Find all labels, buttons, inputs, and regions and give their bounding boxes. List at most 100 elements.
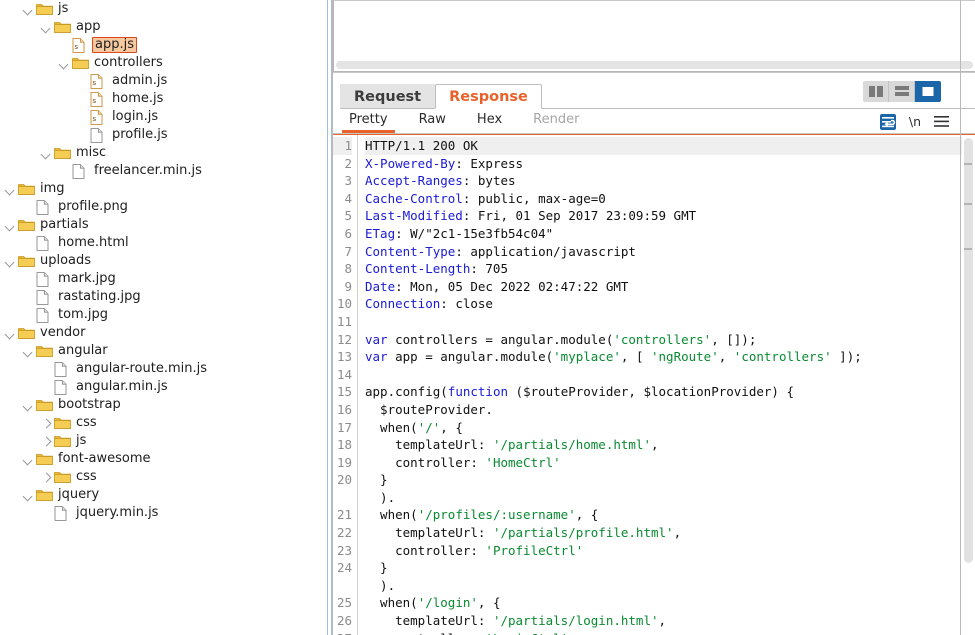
- file-icon: [36, 235, 53, 251]
- hamburger-menu-icon[interactable]: [934, 115, 949, 128]
- chevron-right-icon[interactable]: [40, 417, 53, 430]
- folder-icon: [18, 218, 35, 233]
- tab-pretty[interactable]: Pretty: [342, 109, 395, 133]
- tree-node-angular[interactable]: angular: [0, 342, 327, 360]
- tree-node-admin-js[interactable]: s admin.js: [0, 72, 327, 90]
- code-line[interactable]: when('/login', {: [365, 594, 962, 612]
- chevron-down-icon[interactable]: [22, 3, 35, 16]
- code-line[interactable]: templateUrl: '/partials/login.html',: [365, 612, 962, 630]
- tree-node-home-html[interactable]: home.html: [0, 234, 327, 252]
- tree-node-css[interactable]: css: [0, 468, 327, 486]
- response-code[interactable]: HTTP/1.1 200 OK X-Powered-By: Express Acce…: [358, 135, 962, 635]
- tree-node-home-js[interactable]: s home.js: [0, 90, 327, 108]
- code-token: var: [365, 349, 388, 365]
- upper-horizontal-scrollbar[interactable]: [336, 61, 973, 69]
- chevron-down-icon[interactable]: [22, 489, 35, 502]
- tree-node-controllers[interactable]: controllers: [0, 54, 327, 72]
- word-wrap-icon[interactable]: [879, 113, 896, 130]
- code-line[interactable]: Content-Length: 705: [365, 260, 962, 278]
- tree-node-partials[interactable]: partials: [0, 216, 327, 234]
- tree-node-misc[interactable]: misc: [0, 144, 327, 162]
- burp-http-message-view: js app s app.js controllers s admin.js s home.js…: [0, 0, 975, 635]
- code-line[interactable]: controller: 'ProfileCtrl': [365, 542, 962, 560]
- code-line[interactable]: HTTP/1.1 200 OK: [365, 137, 962, 155]
- chevron-down-icon[interactable]: [58, 57, 71, 70]
- tree-node-angular-min-js[interactable]: angular.min.js: [0, 378, 327, 396]
- tab-raw[interactable]: Raw: [412, 109, 453, 133]
- tab-render[interactable]: Render: [526, 109, 586, 133]
- code-line[interactable]: Connection: close: [365, 295, 962, 313]
- chevron-down-icon[interactable]: [22, 345, 35, 358]
- code-token: '/partials/profile.html': [492, 525, 674, 541]
- code-line[interactable]: when('/profiles/:username', {: [365, 506, 962, 524]
- tree-node-js[interactable]: js: [0, 0, 327, 18]
- code-line[interactable]: [365, 313, 962, 331]
- tree-node-img[interactable]: img: [0, 180, 327, 198]
- tree-node-freelancer-min-js[interactable]: freelancer.min.js: [0, 162, 327, 180]
- code-line[interactable]: ).: [365, 489, 962, 507]
- code-line[interactable]: Last-Modified: Fri, 01 Sep 2017 23:09:59…: [365, 207, 962, 225]
- code-line[interactable]: when('/', {: [365, 419, 962, 437]
- code-line[interactable]: Accept-Ranges: bytes: [365, 172, 962, 190]
- chevron-down-icon[interactable]: [40, 147, 53, 160]
- code-line[interactable]: ).: [365, 577, 962, 595]
- panel-divider[interactable]: [327, 0, 332, 635]
- tree-node-jquery-min-js[interactable]: jquery.min.js: [0, 504, 327, 522]
- chevron-right-icon[interactable]: [40, 435, 53, 448]
- show-newlines-icon[interactable]: \n: [909, 114, 921, 129]
- chevron-down-icon[interactable]: [40, 21, 53, 34]
- chevron-down-icon[interactable]: [22, 399, 35, 412]
- tree-node-vendor[interactable]: vendor: [0, 324, 327, 342]
- tree-node-label: mark.jpg: [58, 271, 116, 286]
- tree-node-angular-route-min-js[interactable]: angular-route.min.js: [0, 360, 327, 378]
- code-line[interactable]: $routeProvider.: [365, 401, 962, 419]
- tree-node-rastating-jpg[interactable]: rastating.jpg: [0, 288, 327, 306]
- code-line[interactable]: controller: 'HomeCtrl': [365, 454, 962, 472]
- tab-response[interactable]: Response: [435, 84, 542, 109]
- code-line[interactable]: Cache-Control: public, max-age=0: [365, 190, 962, 208]
- tree-node-mark-jpg[interactable]: mark.jpg: [0, 270, 327, 288]
- tree-node-js[interactable]: js: [0, 432, 327, 450]
- code-line[interactable]: X-Powered-By: Express: [365, 155, 962, 173]
- code-line[interactable]: var app = angular.module('myplace', [ 'n…: [365, 348, 962, 366]
- tree-node-profile-js[interactable]: profile.js: [0, 126, 327, 144]
- code-line[interactable]: [365, 366, 962, 384]
- chevron-right-icon[interactable]: [40, 471, 53, 484]
- code-line[interactable]: app.config(function ($routeProvider, $lo…: [365, 383, 962, 401]
- tree-node-css[interactable]: css: [0, 414, 327, 432]
- code-line[interactable]: }: [365, 559, 962, 577]
- code-line[interactable]: controller: 'LoginCtrl': [365, 630, 962, 635]
- chevron-down-icon[interactable]: [4, 183, 17, 196]
- tree-node-app[interactable]: app: [0, 18, 327, 36]
- scrollbar-thumb[interactable]: [336, 61, 973, 69]
- tab-hex[interactable]: Hex: [470, 109, 509, 133]
- upper-blank-editor[interactable]: [333, 0, 975, 72]
- tree-node-tom-jpg[interactable]: tom.jpg: [0, 306, 327, 324]
- chevron-down-icon[interactable]: [4, 255, 17, 268]
- tree-node-bootstrap[interactable]: bootstrap: [0, 396, 327, 414]
- file-icon: [90, 127, 107, 143]
- code-line[interactable]: ETag: W/"2c1-15e3fb54c04": [365, 225, 962, 243]
- response-scroll-area[interactable]: 1 2 3 4 5 6 7 8 9 10 11 12 13 14 15 16 17 18 19 20 21 22 23 24…: [332, 135, 962, 635]
- split-horizontal-icon[interactable]: [889, 81, 915, 102]
- code-line[interactable]: var controllers = angular.module('contro…: [365, 331, 962, 349]
- code-line[interactable]: Content-Type: application/javascript: [365, 243, 962, 261]
- tree-node-uploads[interactable]: uploads: [0, 252, 327, 270]
- chevron-down-icon[interactable]: [22, 453, 35, 466]
- chevron-down-icon[interactable]: [4, 219, 17, 232]
- code-line[interactable]: Date: Mon, 05 Dec 2022 02:47:22 GMT: [365, 278, 962, 296]
- tree-node-label: css: [76, 469, 97, 484]
- split-vertical-icon[interactable]: [863, 81, 889, 102]
- tree-node-jquery[interactable]: jquery: [0, 486, 327, 504]
- tab-request[interactable]: Request: [340, 84, 436, 109]
- site-map-file-tree[interactable]: js app s app.js controllers s admin.js s home.js…: [0, 0, 327, 635]
- chevron-down-icon[interactable]: [4, 327, 17, 340]
- tree-node-font-awesome[interactable]: font-awesome: [0, 450, 327, 468]
- code-line[interactable]: templateUrl: '/partials/profile.html',: [365, 524, 962, 542]
- tree-node-profile-png[interactable]: profile.png: [0, 198, 327, 216]
- tree-node-login-js[interactable]: s login.js: [0, 108, 327, 126]
- code-line[interactable]: templateUrl: '/partials/home.html',: [365, 436, 962, 454]
- code-line[interactable]: }: [365, 471, 962, 489]
- single-pane-icon[interactable]: [915, 81, 941, 102]
- tree-node-app-js[interactable]: s app.js: [0, 36, 327, 54]
